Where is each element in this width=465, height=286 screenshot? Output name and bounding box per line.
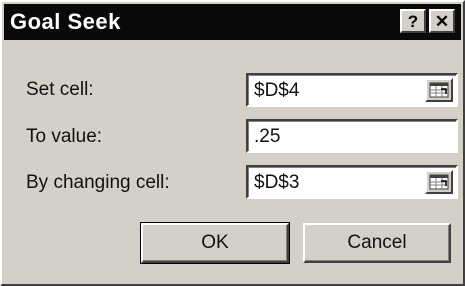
ok-button[interactable]: OK	[140, 222, 290, 264]
collapse-dialog-icon	[429, 82, 449, 98]
close-icon: ✕	[434, 11, 450, 31]
to-value-value: .25	[254, 126, 281, 147]
set-cell-collapse-button[interactable]	[425, 78, 453, 102]
set-cell-label: Set cell:	[26, 79, 94, 100]
close-button[interactable]: ✕	[429, 9, 455, 33]
title-bar[interactable]: Goal Seek ? ✕	[4, 4, 461, 40]
dialog-title: Goal Seek	[10, 9, 121, 34]
by-changing-cell-input[interactable]: $D$3	[246, 165, 458, 199]
to-value-input[interactable]: .25	[246, 119, 458, 153]
cancel-button[interactable]: Cancel	[303, 223, 451, 263]
by-changing-cell-collapse-button[interactable]	[425, 170, 453, 194]
to-value-label: To value:	[26, 126, 103, 147]
by-changing-cell-value: $D$3	[254, 172, 300, 193]
help-icon: ?	[407, 11, 419, 31]
help-button[interactable]: ?	[400, 9, 426, 33]
set-cell-value: $D$4	[254, 80, 300, 101]
collapse-dialog-icon	[429, 174, 449, 190]
goal-seek-dialog: Goal Seek ? ✕ Set cell: $D$4 To value: .…	[0, 0, 465, 286]
by-changing-cell-label: By changing cell:	[26, 172, 170, 193]
set-cell-input[interactable]: $D$4	[246, 73, 458, 107]
